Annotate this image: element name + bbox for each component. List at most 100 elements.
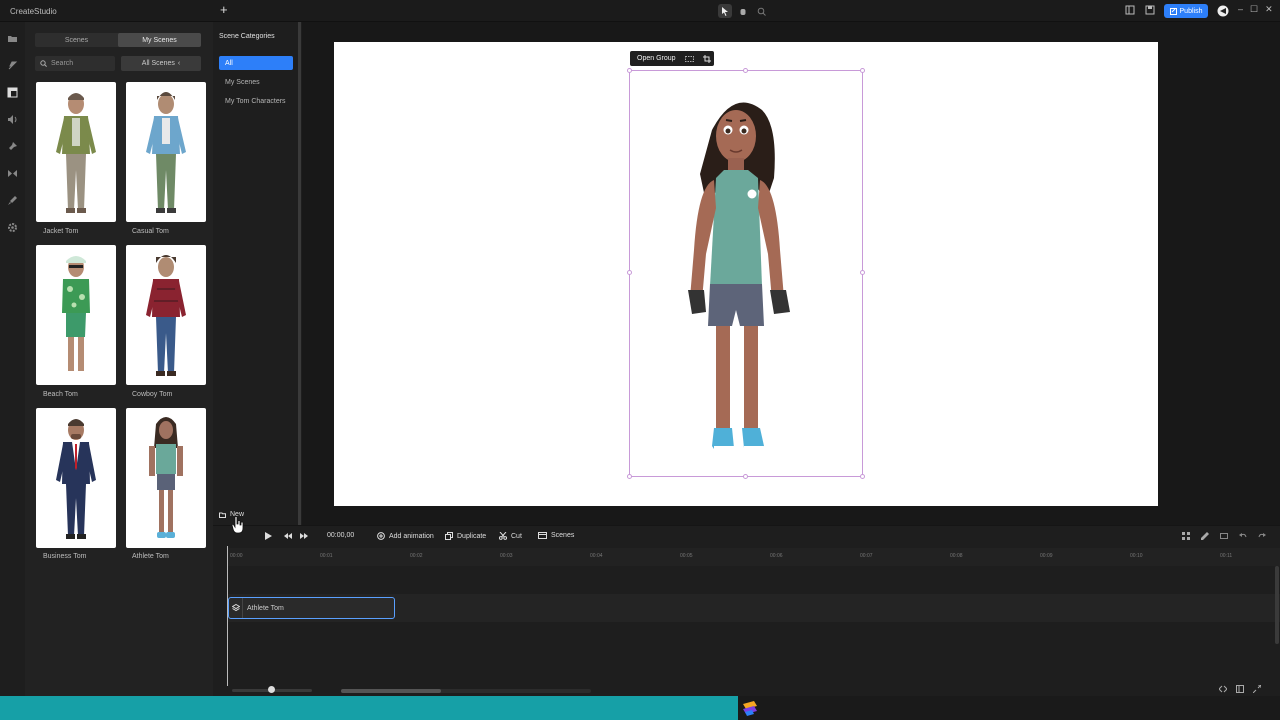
rocket-icon[interactable] <box>7 60 18 71</box>
search-placeholder: Search <box>51 60 74 67</box>
character-card-athlete-tom[interactable] <box>126 408 206 548</box>
redo-icon[interactable] <box>1258 532 1266 540</box>
transition-icon[interactable] <box>7 168 18 179</box>
panel-scrollbar[interactable] <box>298 22 301 525</box>
templates-icon[interactable] <box>7 87 18 98</box>
character-card-casual-tom[interactable] <box>126 82 206 222</box>
plus-circle-icon <box>377 532 385 540</box>
character-label: Beach Tom <box>43 391 78 398</box>
window-controls: – ☐ ✕ <box>1238 4 1273 15</box>
resize-handle[interactable] <box>627 68 632 73</box>
add-scene-icon[interactable]: + <box>220 3 228 17</box>
app-logo-icon[interactable] <box>1217 5 1229 17</box>
character-thumbnail <box>62 256 90 371</box>
character-thumbnail <box>56 419 96 539</box>
layout-icon[interactable] <box>1125 5 1137 17</box>
app-title: CreateStudio <box>10 7 57 16</box>
character-label: Business Tom <box>43 553 87 560</box>
timeline-tools <box>1182 532 1266 540</box>
tick-label: 00:09 <box>1040 553 1053 559</box>
publish-label: Publish <box>1179 7 1203 15</box>
category-my-scenes[interactable]: My Scenes <box>219 75 293 89</box>
category-my-tom-characters[interactable]: My Tom Characters <box>219 94 293 108</box>
scene-filter-dropdown[interactable]: All Scenes ‹ <box>121 56 201 71</box>
canvas-tools <box>718 4 768 18</box>
resize-handle[interactable] <box>743 474 748 479</box>
folder-icon[interactable] <box>7 33 18 44</box>
timeline-clip[interactable]: Athlete Tom <box>228 597 395 619</box>
createstudio-app-icon[interactable] <box>740 698 760 718</box>
character-label: Athlete Tom <box>132 553 169 560</box>
zoom-tool-icon[interactable] <box>754 4 768 18</box>
fast-forward-icon[interactable] <box>300 532 308 540</box>
resize-handle[interactable] <box>743 68 748 73</box>
close-button[interactable]: ✕ <box>1265 4 1273 15</box>
resize-handle[interactable] <box>860 270 865 275</box>
character-thumbnail <box>146 92 186 213</box>
duplicate-icon <box>445 532 453 540</box>
tick-label: 00:03 <box>500 553 513 559</box>
tab-scenes[interactable]: Scenes <box>35 33 118 47</box>
clip-label: Athlete Tom <box>247 604 284 612</box>
brush-icon[interactable] <box>7 195 18 206</box>
open-group-button[interactable]: Open Group <box>637 55 676 62</box>
horizontal-scrollbar-thumb[interactable] <box>341 689 441 693</box>
playhead[interactable] <box>227 546 228 686</box>
cut-label: Cut <box>511 532 522 540</box>
collapse-icon[interactable] <box>1219 685 1227 693</box>
search-icon <box>40 60 47 67</box>
settings-icon[interactable] <box>7 222 18 233</box>
tab-my-scenes[interactable]: My Scenes <box>118 33 201 47</box>
character-card-business-tom[interactable] <box>36 408 116 548</box>
duplicate-button[interactable]: Duplicate <box>445 532 486 540</box>
crop-icon[interactable] <box>702 54 711 63</box>
play-icon[interactable] <box>264 532 272 540</box>
zoom-slider-handle[interactable] <box>268 686 275 693</box>
publish-button[interactable]: Publish <box>1164 4 1208 18</box>
undo-icon[interactable] <box>1239 532 1247 540</box>
maximize-button[interactable]: ☐ <box>1250 4 1258 15</box>
save-icon[interactable] <box>1145 5 1157 17</box>
selection-box[interactable] <box>629 70 863 477</box>
resize-handle[interactable] <box>627 270 632 275</box>
pen-icon[interactable] <box>1201 532 1209 540</box>
select-tool-icon[interactable] <box>718 4 732 18</box>
category-all[interactable]: All <box>219 56 293 70</box>
grid-icon[interactable] <box>1182 532 1190 540</box>
folder-icon <box>219 512 226 518</box>
character-card-beach-tom[interactable] <box>36 245 116 385</box>
timeline-ruler[interactable]: 00:00 00:01 00:02 00:03 00:04 00:05 00:0… <box>227 548 1280 566</box>
scenes-button[interactable]: Scenes <box>538 532 574 539</box>
timeline-scrollbar[interactable] <box>1275 566 1279 644</box>
time-display: 00:00,00 <box>327 532 355 539</box>
panel-layout-icon[interactable] <box>1236 685 1244 693</box>
resize-handle[interactable] <box>860 68 865 73</box>
hand-cursor-icon <box>231 516 244 534</box>
hand-tool-icon[interactable] <box>736 4 750 18</box>
tick-label: 00:11 <box>1220 553 1233 559</box>
add-animation-button[interactable]: Add animation <box>377 532 434 540</box>
pin-icon[interactable] <box>7 141 18 152</box>
caption-icon[interactable] <box>1220 532 1228 540</box>
character-thumbnail <box>146 255 186 376</box>
duplicate-label: Duplicate <box>457 532 487 540</box>
resize-handle[interactable] <box>860 474 865 479</box>
character-card-cowboy-tom[interactable] <box>126 245 206 385</box>
scene-categories: Scene Categories All My Scenes My Tom Ch… <box>213 22 299 520</box>
minimize-button[interactable]: – <box>1238 4 1243 15</box>
group-icon[interactable] <box>684 55 694 62</box>
tick-label: 00:08 <box>950 553 963 559</box>
tick-label: 00:00 <box>230 553 243 559</box>
cut-button[interactable]: Cut <box>499 532 522 540</box>
categories-title: Scene Categories <box>219 33 275 40</box>
fit-icon[interactable] <box>1253 685 1261 693</box>
character-card-jacket-tom[interactable] <box>36 82 116 222</box>
rewind-icon[interactable] <box>284 532 292 540</box>
audio-icon[interactable] <box>7 114 18 125</box>
layers-icon <box>229 598 243 618</box>
character-label: Jacket Tom <box>43 228 79 235</box>
resize-handle[interactable] <box>627 474 632 479</box>
character-thumbnail <box>56 93 96 213</box>
tick-label: 00:04 <box>590 553 603 559</box>
search-input[interactable]: Search <box>35 56 115 71</box>
